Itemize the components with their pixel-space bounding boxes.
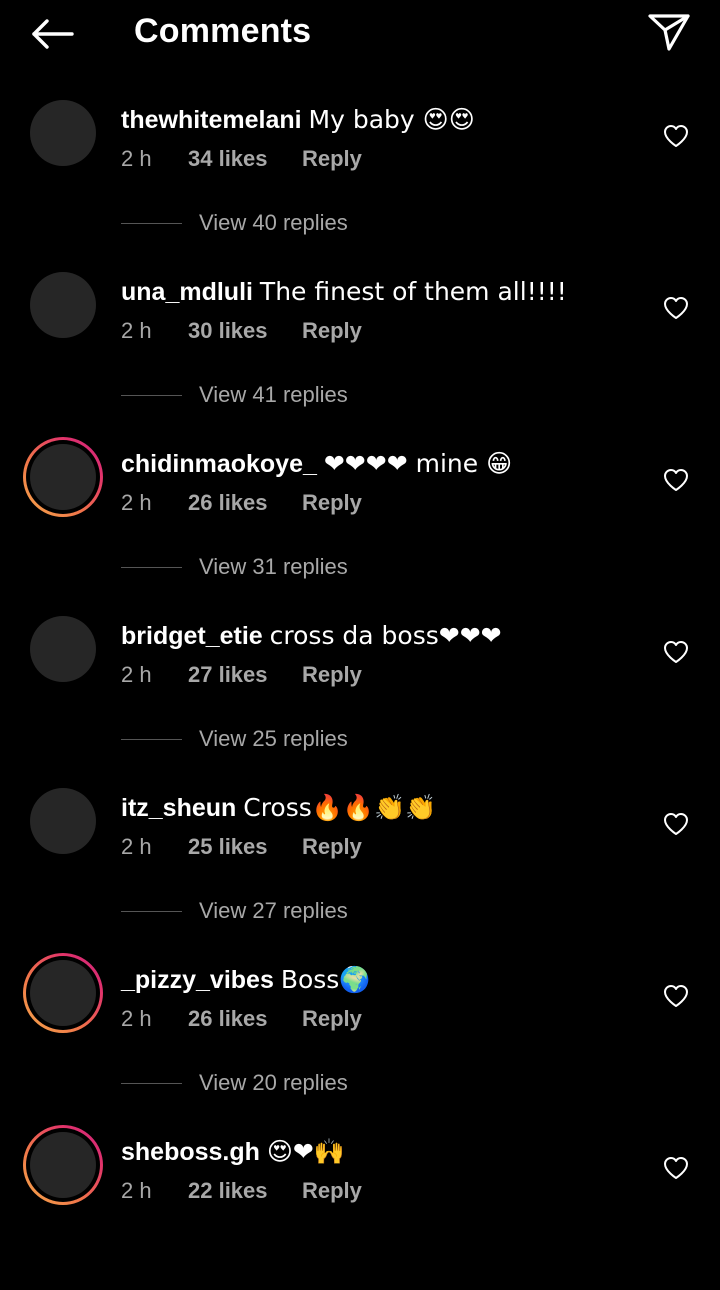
view-replies-label: View 20 replies [199, 1070, 348, 1095]
comment-text: 😍❤🙌 [266, 1137, 346, 1166]
view-replies-label: View 41 replies [199, 382, 348, 407]
divider-line [121, 567, 182, 568]
comment-text-line: una_mdluli The finest of them all!!!! [121, 274, 567, 310]
comment-text: Cross🔥🔥👏👏 [243, 793, 437, 822]
reply-button[interactable]: Reply [302, 832, 362, 862]
avatar[interactable] [23, 437, 103, 517]
comment-text: The finest of them all!!!! [259, 277, 567, 306]
comment-text: My baby 😍😍 [308, 105, 475, 134]
view-replies-label: View 27 replies [199, 898, 348, 923]
heart-icon [664, 297, 688, 319]
comment-list: thewhitemelani My baby 😍😍 2 h 34 likes R… [0, 86, 720, 1290]
comment-username[interactable]: thewhitemelani [121, 106, 302, 134]
reply-button[interactable]: Reply [302, 660, 362, 690]
avatar[interactable] [23, 265, 103, 345]
comment-username[interactable]: itz_sheun [121, 794, 236, 822]
divider-line [121, 911, 182, 912]
comment-time: 2 h [121, 146, 152, 171]
reply-button[interactable]: Reply [302, 1004, 362, 1034]
divider-line [121, 1083, 182, 1084]
reply-button[interactable]: Reply [302, 488, 362, 518]
comment-username[interactable]: chidinmaokoye_ [121, 450, 317, 478]
comment-text-line: chidinmaokoye_ ❤❤❤❤ mine 😁 [121, 446, 512, 482]
back-button[interactable] [28, 14, 76, 54]
comment-time: 2 h [121, 1006, 152, 1031]
like-button[interactable] [663, 984, 689, 1008]
comment-item: una_mdluli The finest of them all!!!! 2 … [0, 258, 720, 430]
heart-icon [664, 985, 688, 1007]
avatar[interactable] [23, 781, 103, 861]
comment-item: bridget_etie cross da boss❤❤❤ 2 h 27 lik… [0, 602, 720, 774]
reply-button[interactable]: Reply [302, 144, 362, 174]
avatar-image [30, 616, 96, 682]
like-button[interactable] [663, 1156, 689, 1180]
like-button[interactable] [663, 296, 689, 320]
comment-item: thewhitemelani My baby 😍😍 2 h 34 likes R… [0, 86, 720, 258]
avatar[interactable] [23, 1125, 103, 1205]
heart-icon [664, 1157, 688, 1179]
view-replies-label: View 25 replies [199, 726, 348, 751]
comment-time: 2 h [121, 662, 152, 687]
comment-text: cross da boss❤❤❤ [269, 621, 502, 650]
comment-item: itz_sheun Cross🔥🔥👏👏 2 h 25 likes Reply V… [0, 774, 720, 946]
divider-line [121, 739, 182, 740]
reply-button[interactable]: Reply [302, 316, 362, 346]
divider-line [121, 223, 182, 224]
page-title: Comments [134, 12, 312, 50]
comment-time: 2 h [121, 318, 152, 343]
comment-text-line: thewhitemelani My baby 😍😍 [121, 102, 475, 138]
paper-plane-icon [648, 14, 690, 51]
divider-line [121, 395, 182, 396]
comment-text-line: _pizzy_vibes Boss🌍 [121, 962, 370, 998]
comment-item: sheboss.gh 😍❤🙌 2 h 22 likes Reply [0, 1118, 720, 1290]
comment-likes[interactable]: 25 likes [188, 832, 268, 862]
like-button[interactable] [663, 812, 689, 836]
share-button[interactable] [644, 10, 694, 54]
avatar-image [30, 444, 96, 510]
avatar-image [30, 788, 96, 854]
comment-item: chidinmaokoye_ ❤❤❤❤ mine 😁 2 h 26 likes … [0, 430, 720, 602]
comment-item: _pizzy_vibes Boss🌍 2 h 26 likes Reply Vi… [0, 946, 720, 1118]
avatar[interactable] [23, 609, 103, 689]
avatar[interactable] [23, 953, 103, 1033]
comment-text: Boss🌍 [280, 965, 371, 994]
comment-time: 2 h [121, 834, 152, 859]
reply-button[interactable]: Reply [302, 1176, 362, 1206]
comment-likes[interactable]: 34 likes [188, 144, 268, 174]
view-replies-label: View 40 replies [199, 210, 348, 235]
comment-time: 2 h [121, 490, 152, 515]
avatar-image [30, 272, 96, 338]
like-button[interactable] [663, 640, 689, 664]
arrow-left-icon [32, 19, 74, 49]
like-button[interactable] [663, 124, 689, 148]
heart-icon [664, 125, 688, 147]
view-replies-label: View 31 replies [199, 554, 348, 579]
comment-text-line: bridget_etie cross da boss❤❤❤ [121, 618, 502, 654]
avatar[interactable] [23, 93, 103, 173]
comment-time: 2 h [121, 1178, 152, 1203]
comment-username[interactable]: _pizzy_vibes [121, 966, 274, 994]
comment-likes[interactable]: 27 likes [188, 660, 268, 690]
heart-icon [664, 813, 688, 835]
avatar-image [30, 1132, 96, 1198]
avatar-image [30, 100, 96, 166]
heart-icon [664, 469, 688, 491]
heart-icon [664, 641, 688, 663]
comment-text-line: sheboss.gh 😍❤🙌 [121, 1134, 345, 1170]
comment-text-line: itz_sheun Cross🔥🔥👏👏 [121, 790, 436, 826]
comment-username[interactable]: una_mdluli [121, 278, 253, 306]
comment-username[interactable]: sheboss.gh [121, 1138, 260, 1166]
comment-username[interactable]: bridget_etie [121, 622, 263, 650]
comment-likes[interactable]: 22 likes [188, 1176, 268, 1206]
header: Comments [0, 0, 720, 64]
comment-text: ❤❤❤❤ mine 😁 [323, 449, 513, 478]
like-button[interactable] [663, 468, 689, 492]
comment-likes[interactable]: 30 likes [188, 316, 268, 346]
comment-likes[interactable]: 26 likes [188, 488, 268, 518]
avatar-image [30, 960, 96, 1026]
comment-likes[interactable]: 26 likes [188, 1004, 268, 1034]
